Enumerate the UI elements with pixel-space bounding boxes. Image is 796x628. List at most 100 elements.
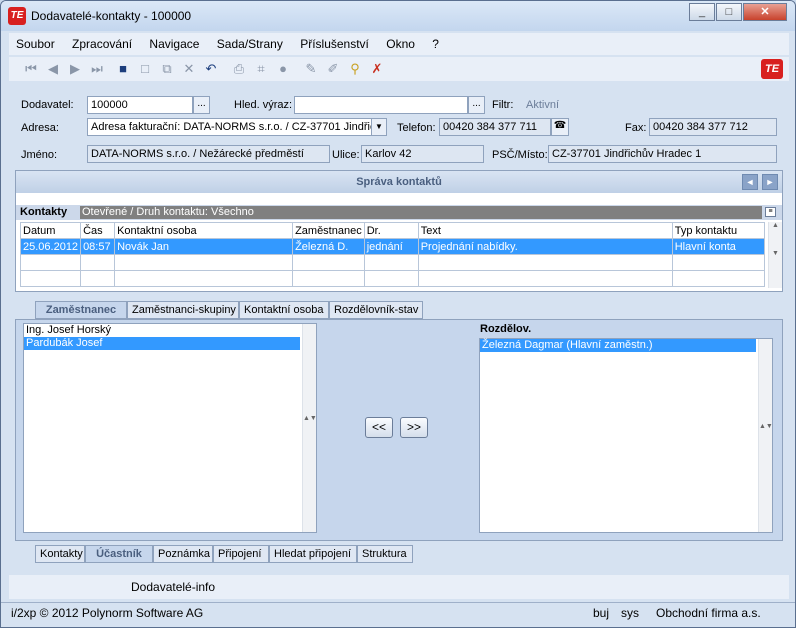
pen-icon[interactable]: ✐ — [325, 61, 341, 77]
toolbar: ⏮ ◀ ▶ ⏭ ■ □ ⧉ ✕ ↶ ⎙ ⌗ ● ✎ ✐ ⚲ ✗ TE — [9, 57, 789, 81]
new-document-icon[interactable]: □ — [137, 61, 153, 77]
copy-icon[interactable]: ⧉ — [159, 61, 175, 77]
table-cell: Železná D. — [292, 238, 365, 255]
last-record-icon[interactable]: ⏭ — [89, 61, 105, 77]
menu-zpracovani[interactable]: Zpracování — [65, 33, 139, 55]
table-cell: Projednání nabídky. — [417, 238, 673, 255]
telefon-field: 00420 384 377 711 — [439, 118, 551, 136]
add-button[interactable]: >> — [400, 417, 428, 438]
panel-next-button[interactable]: ► — [762, 174, 778, 190]
table-row[interactable] — [19, 254, 765, 271]
column-header[interactable]: Typ kontaktu — [671, 222, 765, 239]
tree-icon[interactable]: ⌗ — [253, 61, 269, 77]
phone-dial-icon[interactable]: ☎ — [551, 118, 569, 136]
previous-record-icon[interactable]: ◀ — [45, 61, 61, 77]
jmeno-label: Jméno: — [21, 149, 58, 161]
tab-hledat-pripojeni[interactable]: Hledat připojení — [269, 545, 357, 563]
column-header[interactable]: Kontaktní osoba — [114, 222, 294, 239]
contacts-bar: Kontakty Otevřené / Druh kontaktu: Všech… — [16, 205, 782, 220]
filtr-label: Filtr: — [492, 99, 514, 111]
menu-soubor[interactable]: Soubor — [9, 33, 62, 55]
filtr-value: Aktivní — [526, 99, 560, 111]
filter-icon[interactable]: ⚲ — [347, 61, 363, 77]
menu-help[interactable]: ? — [425, 33, 446, 55]
list-item[interactable]: Pardubák Josef — [24, 337, 300, 350]
clear-filter-icon[interactable]: ✗ — [369, 61, 385, 77]
dodavatel-field[interactable]: 100000 — [87, 96, 193, 114]
telefon-label: Telefon: — [397, 122, 436, 134]
table-row[interactable] — [19, 270, 765, 287]
edit-icon[interactable]: ✎ — [303, 61, 319, 77]
tab-ucastnik[interactable]: Účastník — [85, 545, 153, 563]
table-cell: jednání — [363, 238, 419, 255]
chevron-down-icon[interactable]: ▼ — [371, 119, 386, 135]
tab-pripojeni[interactable]: Připojení — [213, 545, 269, 563]
table-row[interactable]: 25.06.2012 08:57 Novák Jan Železná D. je… — [19, 238, 765, 255]
list-item[interactable]: Železná Dagmar (Hlavní zaměstn.) — [480, 339, 756, 352]
tab-kontaktni-osoba[interactable]: Kontaktní osoba — [239, 301, 329, 319]
panel-title: Správa kontaktů — [16, 171, 782, 193]
menu-navigace[interactable]: Navigace — [142, 33, 206, 55]
tab-zamestnanci-skupiny[interactable]: Zaměstnanci-skupiny — [127, 301, 239, 319]
first-record-icon[interactable]: ⏮ — [23, 61, 39, 77]
hled-label: Hled. výraz: — [234, 99, 293, 111]
column-header[interactable]: Dr. — [363, 222, 419, 239]
company-logo-icon: TE — [761, 59, 783, 79]
adresa-select[interactable]: Adresa fakturační: DATA-NORMS s.r.o. / C… — [87, 118, 387, 136]
distribution-list: Železná Dagmar (Hlavní zaměstn.) ▲▼ — [479, 338, 773, 533]
kontakty-filter: Otevřené / Druh kontaktu: Všechno — [80, 206, 762, 219]
search-lookup-button[interactable]: ... — [468, 96, 485, 114]
tab-kontakty[interactable]: Kontakty — [35, 545, 85, 563]
list-scrollbar[interactable]: ▲▼ — [758, 339, 773, 532]
contacts-table: Datum Čas Kontaktní osoba Zaměstnanec Dr… — [19, 222, 765, 287]
employee-list: Ing. Josef Horský Pardubák Josef ▲▼ — [23, 323, 317, 533]
dodavatel-label: Dodavatel: — [21, 99, 74, 111]
tab-struktura[interactable]: Struktura — [357, 545, 413, 563]
maximize-button[interactable]: □ — [716, 3, 742, 21]
status-user: buj — [593, 606, 610, 620]
delete-icon[interactable]: ✕ — [181, 61, 197, 77]
info-label[interactable]: Dodavatelé-info — [131, 580, 215, 594]
next-record-icon[interactable]: ▶ — [67, 61, 83, 77]
psc-field: CZ-37701 Jindřichův Hradec 1 — [548, 145, 777, 163]
minimize-button[interactable]: _ — [689, 3, 715, 21]
menu-prislusenstvi[interactable]: Příslušenství — [293, 33, 376, 55]
app-logo-icon: TE — [8, 7, 26, 25]
column-header[interactable]: Zaměstnanec — [292, 222, 365, 239]
undo-icon[interactable]: ↶ — [203, 61, 219, 77]
list-scrollbar[interactable]: ▲▼ — [302, 324, 317, 532]
panel-prev-button[interactable]: ◄ — [742, 174, 758, 190]
tab-rozdelovnik-stav[interactable]: Rozdělovník-stav — [329, 301, 423, 319]
save-icon[interactable]: ■ — [115, 61, 131, 77]
menu-okno[interactable]: Okno — [379, 33, 422, 55]
dodavatel-lookup-button[interactable]: ... — [193, 96, 210, 114]
table-cell: 25.06.2012 — [19, 238, 82, 255]
print-icon[interactable]: ⎙ — [231, 61, 247, 77]
table-cell: Novák Jan — [114, 238, 294, 255]
adresa-value: Adresa fakturační: DATA-NORMS s.r.o. / C… — [91, 121, 382, 133]
list-view-icon[interactable]: ≡ — [765, 207, 776, 217]
psc-label: PSČ/Místo: — [492, 149, 548, 161]
table-header: Datum Čas Kontaktní osoba Zaměstnanec Dr… — [19, 222, 765, 239]
title-bar: TE Dodavatelé-kontakty - 100000 _ □ ✕ — [1, 1, 795, 31]
table-scrollbar[interactable]: ▲ ▼ — [768, 222, 782, 288]
status-bar: i/2xp © 2012 Polynorm Software AG buj sy… — [1, 602, 795, 623]
table-cell: 08:57 — [80, 238, 116, 255]
search-input[interactable] — [294, 96, 468, 114]
rozdelovnik-title: Rozdělov. — [480, 323, 532, 335]
list-item[interactable]: Ing. Josef Horský — [24, 324, 316, 337]
remove-button[interactable]: << — [365, 417, 393, 438]
ulice-label: Ulice: — [332, 149, 360, 161]
column-header[interactable]: Čas — [80, 222, 116, 239]
column-header[interactable]: Datum — [19, 222, 82, 239]
window-title: Dodavatelé-kontakty - 100000 — [31, 9, 192, 23]
tab-poznamka[interactable]: Poznámka — [153, 545, 213, 563]
copyright-text: i/2xp © 2012 Polynorm Software AG — [11, 606, 204, 620]
close-button[interactable]: ✕ — [743, 3, 787, 21]
column-header[interactable]: Text — [417, 222, 673, 239]
menu-bar: Soubor Zpracování Navigace Sada/Strany P… — [9, 33, 789, 55]
tab-zamestnanec[interactable]: Zaměstnanec — [35, 301, 127, 319]
globe-icon[interactable]: ● — [275, 61, 291, 77]
status-company: Obchodní firma a.s. — [656, 606, 761, 620]
menu-sada-strany[interactable]: Sada/Strany — [210, 33, 290, 55]
